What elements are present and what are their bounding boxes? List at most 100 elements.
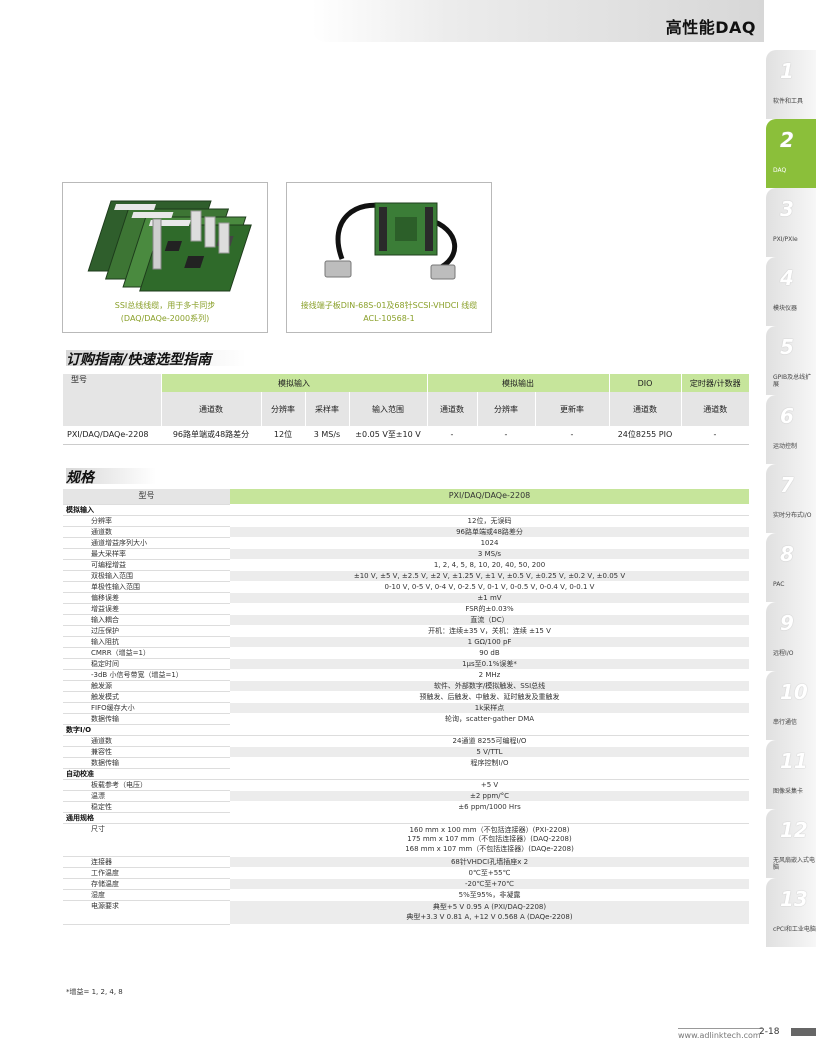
spec-value: 68针VHDCI孔墙插座x 2 bbox=[230, 856, 749, 868]
spec-value: -20℃至+70℃ bbox=[230, 878, 749, 890]
chapter-tab-12[interactable]: 12 无风扇嵌入式电脑 bbox=[766, 809, 816, 878]
spec-key: 最大采样率 bbox=[63, 548, 230, 560]
spec-value-line: ±1 mV bbox=[477, 593, 502, 602]
chapter-tab-number: 9 bbox=[780, 611, 794, 635]
subheader: 分辨率 bbox=[476, 392, 535, 426]
spec-section-row: 数字I/O bbox=[63, 724, 749, 736]
chapter-tab-label: PXI/PXIe bbox=[773, 236, 798, 243]
spec-value-line: 24通道 8255可编程I/O bbox=[452, 736, 527, 745]
spec-key: FIFO缓存大小 bbox=[63, 702, 230, 714]
spec-value: 1, 2, 4, 5, 8, 10, 20, 40, 50, 200 bbox=[230, 559, 749, 571]
chapter-tab-3[interactable]: 3 PXI/PXIe bbox=[766, 188, 816, 257]
spec-key: 稳定时间 bbox=[63, 658, 230, 670]
spec-value-line: 1μs至0.1%误差* bbox=[462, 659, 517, 668]
chapter-tab-1[interactable]: 1 软件和工具 bbox=[766, 50, 816, 119]
spec-row: 稳定时间 1μs至0.1%误差* bbox=[63, 658, 749, 670]
table-cell: 3 MS/s bbox=[313, 430, 341, 440]
chapter-tab-label: 模块仪器 bbox=[773, 305, 798, 312]
spec-value: 3 MS/s bbox=[230, 548, 749, 560]
spec-value-line: 典型+5 V 0.95 A (PXI/DAQ-2208) bbox=[432, 903, 547, 911]
spec-value-line: 1024 bbox=[480, 538, 499, 547]
subheader: 采样率 bbox=[304, 392, 349, 426]
footer-block bbox=[791, 1028, 816, 1036]
chapter-tab-2[interactable]: 2 DAQ bbox=[766, 119, 816, 188]
table-cell: - bbox=[713, 430, 717, 440]
spec-key: -3dB 小信号带宽（增益=1） bbox=[63, 669, 230, 681]
spec-value: 96路单端或48路差分 bbox=[230, 526, 749, 538]
subheader: 通道数 bbox=[608, 392, 681, 426]
spec-key: 触发模式 bbox=[63, 691, 230, 703]
spec-section-title: 数字I/O bbox=[63, 724, 749, 736]
spec-row: 尺寸 160 mm x 100 mm（不包括连接器）(PXI-2208) 175 m… bbox=[63, 823, 749, 857]
table-cell: PXI/DAQ/DAQe-2208 bbox=[67, 430, 149, 440]
page-number: 2-18 bbox=[759, 1027, 780, 1037]
spec-row: 输入阻抗 1 GΩ/100 pF bbox=[63, 636, 749, 648]
chapter-tab-number: 6 bbox=[780, 404, 794, 428]
spec-value: 5%至95%，非凝露 bbox=[230, 889, 749, 901]
chapter-tab-4[interactable]: 4 模块仪器 bbox=[766, 257, 816, 326]
spec-key: 数据传输 bbox=[63, 713, 230, 725]
ordering-table: 型号 模拟输入 模拟输出 DIO 定时器/计数器 通道数 分辨率 采样率 输入范… bbox=[63, 374, 749, 445]
group-dio: DIO bbox=[608, 374, 681, 392]
spec-header-row: 型号 PXI/DAQ/DAQe-2208 bbox=[63, 489, 749, 505]
spec-value: 24通道 8255可编程I/O bbox=[230, 735, 749, 747]
spec-key: 湿度 bbox=[63, 889, 230, 901]
chapter-tab-label: GPIB及总线扩展 bbox=[773, 374, 812, 388]
product-caption-line1: SSI总线线缆，用于多卡同步 bbox=[114, 301, 216, 310]
spec-value-line: 0-10 V, 0-5 V, 0-4 V, 0-2.5 V, 0-1 V, 0-… bbox=[384, 582, 595, 591]
product-caption-line2: (DAQ/DAQe-2000系列) bbox=[120, 314, 210, 323]
chapter-tab-5[interactable]: 5 GPIB及总线扩展 bbox=[766, 326, 816, 395]
spec-value-line: 轮询，scatter-gather DMA bbox=[444, 714, 535, 723]
chapter-tab-8[interactable]: 8 PAC bbox=[766, 533, 816, 602]
spec-section-row: 模拟输入 bbox=[63, 504, 749, 516]
spec-row: 触发模式 预触发、后触发、中触发、延时触发及重触发 bbox=[63, 691, 749, 703]
spec-row: 存储温度 -20℃至+70℃ bbox=[63, 878, 749, 890]
page-title: 高性能DAQ bbox=[665, 18, 756, 37]
table-cell: ±0.05 V至±10 V bbox=[355, 430, 421, 440]
spec-row: -3dB 小信号带宽（增益=1） 2 MHz bbox=[63, 669, 749, 681]
subheader: 通道数 bbox=[426, 392, 477, 426]
spec-row: FIFO缓存大小 1k采样点 bbox=[63, 702, 749, 714]
spec-value-line: 3 MS/s bbox=[477, 549, 502, 558]
spec-value-line: 2 MHz bbox=[478, 670, 501, 679]
spec-value: 直流（DC） bbox=[230, 614, 749, 626]
spec-section-row: 通用规格 bbox=[63, 812, 749, 824]
spec-key: 数据传输 bbox=[63, 757, 230, 769]
spec-row: CMRR（增益=1） 90 dB bbox=[63, 647, 749, 659]
spec-value-line: -20℃至+70℃ bbox=[465, 880, 514, 888]
chapter-tab-label: 图像采集卡 bbox=[773, 788, 804, 795]
chapter-tab-11[interactable]: 11 图像采集卡 bbox=[766, 740, 816, 809]
chapter-tab-7[interactable]: 7 实时分布式I/O bbox=[766, 464, 816, 533]
spec-value: FSR的±0.03% bbox=[230, 603, 749, 615]
chapter-tab-number: 12 bbox=[780, 818, 808, 842]
daq-cards-image bbox=[63, 189, 267, 301]
spec-row: 双极输入范围 ±10 V, ±5 V, ±2.5 V, ±2 V, ±1.25 V… bbox=[63, 570, 749, 582]
spec-row: 数据传输 程序控制I/O bbox=[63, 757, 749, 769]
ordering-subheader-row: 通道数 分辨率 采样率 输入范围 通道数 分辨率 更新率 通道数 通道数 bbox=[63, 392, 749, 426]
spec-row: 偏移误差 ±1 mV bbox=[63, 592, 749, 604]
spec-key: 稳定性 bbox=[63, 801, 230, 813]
table-cell: 24位8255 PIO bbox=[617, 430, 673, 440]
spec-value: 1μs至0.1%误差* bbox=[230, 658, 749, 670]
spec-row: 通道增益序列大小 1024 bbox=[63, 537, 749, 549]
chapter-tab-9[interactable]: 9 远程I/O bbox=[766, 602, 816, 671]
spec-value-line: 68针VHDCI孔墙插座x 2 bbox=[450, 858, 529, 866]
chapter-tab-number: 4 bbox=[780, 266, 794, 290]
spec-row: 稳定性 ±6 ppm/1000 Hrs bbox=[63, 801, 749, 813]
chapter-tab-13[interactable]: 13 cPCI和工业电脑 bbox=[766, 878, 816, 947]
chapter-tab-10[interactable]: 10 串行通信 bbox=[766, 671, 816, 740]
spec-key: 偏移误差 bbox=[63, 592, 230, 604]
spec-value-line: 1, 2, 4, 5, 8, 10, 20, 40, 50, 200 bbox=[433, 560, 546, 569]
spec-value-line: ±10 V, ±5 V, ±2.5 V, ±2 V, ±1.25 V, ±1 V… bbox=[353, 571, 626, 580]
spec-value: ±6 ppm/1000 Hrs bbox=[230, 801, 749, 813]
chapter-tabs: 1 软件和工具 2 DAQ 3 PXI/PXIe 4 模块仪器 5 GPIB及总线扩展 6 运动控制 7… bbox=[766, 50, 816, 947]
chapter-tab-6[interactable]: 6 运动控制 bbox=[766, 395, 816, 464]
spec-value: 90 dB bbox=[230, 647, 749, 659]
spec-value-line: ±2 ppm/°C bbox=[470, 791, 509, 800]
footer-url: www.adlinktech.com bbox=[678, 1031, 761, 1040]
table-cell: 96路单端或48路差分 bbox=[172, 430, 250, 440]
spec-row: 数据传输 轮询，scatter-gather DMA bbox=[63, 713, 749, 725]
spec-key: 双极输入范围 bbox=[63, 570, 230, 582]
ordering-group-row: 型号 模拟输入 模拟输出 DIO 定时器/计数器 bbox=[63, 374, 749, 426]
table-cell: 12位 bbox=[273, 430, 293, 440]
